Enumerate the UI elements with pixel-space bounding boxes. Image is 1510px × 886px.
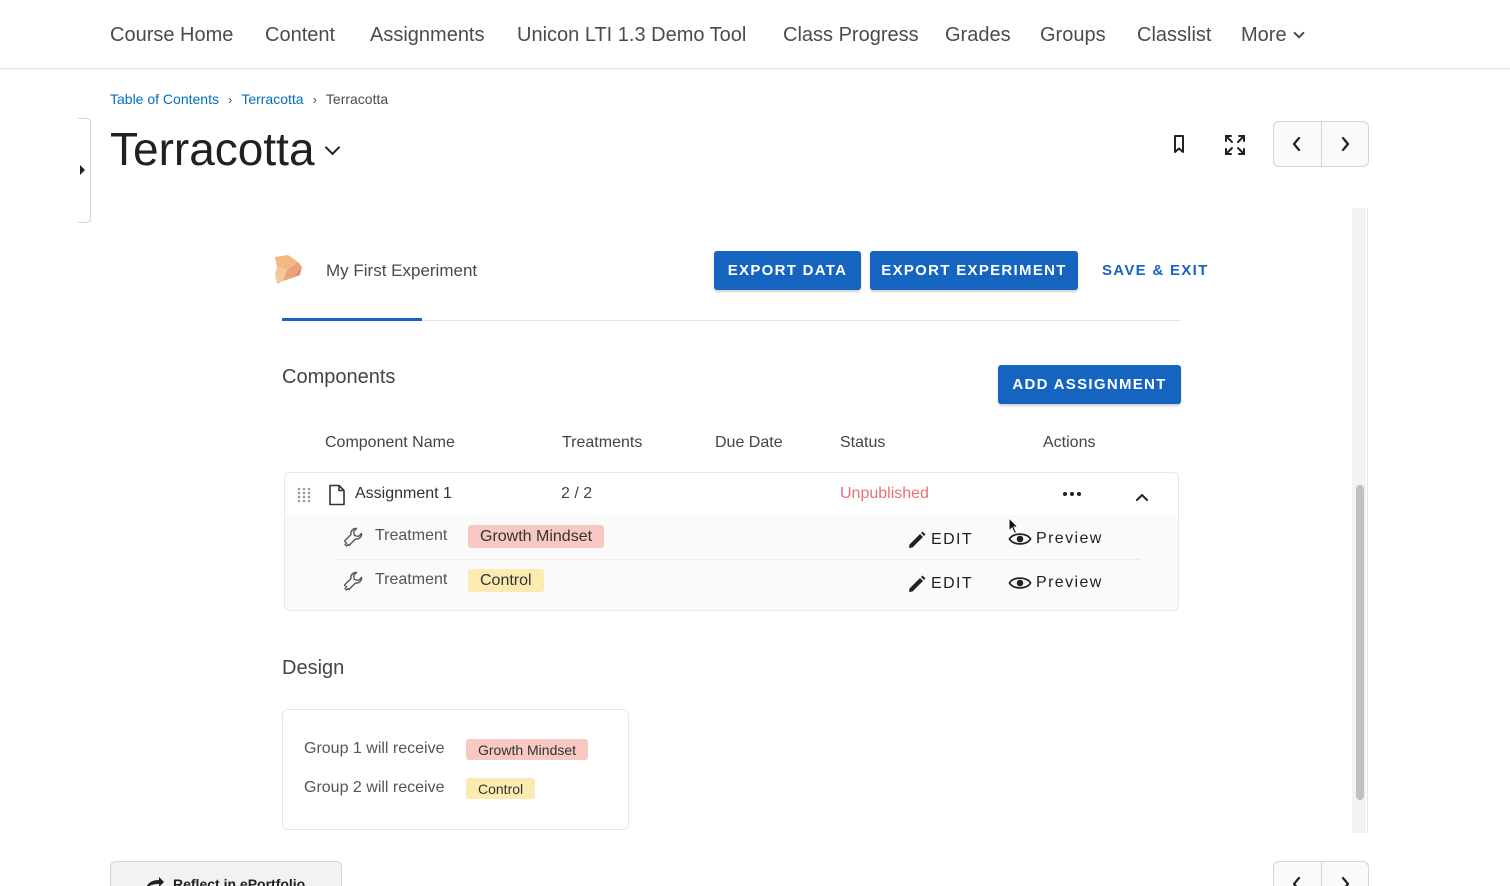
export-data-button[interactable]: EXPORT DATA (714, 251, 861, 290)
mouse-cursor-icon (1008, 516, 1020, 540)
chevron-right-icon (1341, 136, 1349, 152)
document-icon (328, 484, 346, 511)
nav-unicon-lti-demo-tool[interactable]: Unicon LTI 1.3 Demo Tool (517, 24, 746, 47)
reflect-in-eportfolio-button[interactable]: Reflect in ePortfolio (110, 861, 342, 886)
edit-label: EDIT (931, 531, 974, 548)
wrench-icon (341, 525, 365, 554)
assignment-treatments: 2 / 2 (561, 485, 593, 502)
pencil-icon (909, 575, 926, 592)
reflect-label: Reflect in ePortfolio (173, 876, 306, 886)
header-actions: Actions (1043, 434, 1096, 451)
header-status: Status (840, 434, 886, 451)
active-tab-indicator (282, 318, 422, 321)
preview-label: Preview (1036, 574, 1103, 591)
chevron-down-icon (1292, 27, 1305, 39)
breadcrumb-current: Terracotta (325, 91, 389, 107)
more-actions-icon[interactable] (1062, 487, 1082, 506)
breadcrumb: Table of Contents › Terracotta › Terracotta (110, 91, 388, 107)
page-title: Terracotta (110, 123, 315, 175)
chevron-left-icon (1293, 876, 1301, 886)
top-navbar: Course Home Content Assignments Unicon L… (0, 0, 1510, 69)
preview-label: Preview (1036, 530, 1103, 547)
add-assignment-button[interactable]: ADD ASSIGNMENT (998, 365, 1181, 404)
design-group-2-tag: Control (466, 778, 536, 799)
nav-class-progress[interactable]: Class Progress (783, 24, 919, 47)
preview-treatment-button-1[interactable]: Preview (1008, 530, 1103, 548)
assignment-status: Unpublished (840, 485, 929, 502)
nav-assignments[interactable]: Assignments (370, 24, 485, 47)
previous-topic-button[interactable] (1274, 122, 1321, 166)
scrollbar-thumb[interactable] (1356, 485, 1364, 800)
breadcrumb-table-of-contents[interactable]: Table of Contents (110, 91, 219, 107)
header-treatments: Treatments (562, 434, 643, 451)
experiment-name: My First Experiment (326, 261, 478, 280)
treatment-label-2: Treatment (375, 571, 448, 588)
fullscreen-icon[interactable] (1223, 133, 1247, 157)
preview-treatment-button-2[interactable]: Preview (1008, 574, 1103, 592)
export-experiment-button[interactable]: EXPORT EXPERIMENT (870, 251, 1078, 290)
treatment-divider (337, 559, 1140, 560)
components-heading: Components (282, 366, 396, 388)
edit-treatment-button-2[interactable]: EDIT (907, 574, 973, 594)
bookmark-icon[interactable] (1170, 133, 1188, 155)
treatment-tag-growth-mindset: Growth Mindset (468, 525, 605, 548)
breadcrumb-separator-icon: › (227, 92, 233, 107)
nav-groups[interactable]: Groups (1040, 24, 1106, 47)
nav-more-label: More (1241, 24, 1287, 46)
nav-course-home[interactable]: Course Home (110, 24, 233, 47)
design-group-1-tag: Growth Mindset (466, 739, 589, 760)
next-topic-button[interactable] (1320, 122, 1369, 166)
header-due-date: Due Date (715, 434, 783, 451)
topic-pager (1273, 121, 1369, 167)
edit-treatment-button-1[interactable]: EDIT (907, 530, 973, 550)
design-group-2-text: Group 2 will receive (304, 779, 445, 796)
eye-icon (1008, 577, 1032, 589)
header-component-name: Component Name (325, 434, 455, 451)
side-panel-toggle[interactable] (78, 118, 91, 223)
edit-label: EDIT (931, 575, 974, 592)
nav-grades[interactable]: Grades (945, 24, 1011, 47)
design-group-1-text: Group 1 will receive (304, 740, 445, 757)
previous-topic-button-bottom[interactable] (1274, 862, 1321, 886)
pencil-icon (909, 531, 926, 548)
design-card (282, 709, 629, 830)
breadcrumb-separator-icon: › (312, 92, 317, 107)
wrench-icon (341, 569, 365, 598)
breadcrumb-terracotta[interactable]: Terracotta (241, 91, 303, 107)
nav-more[interactable]: More (1241, 24, 1305, 47)
assignment-name[interactable]: Assignment 1 (355, 485, 452, 503)
terracotta-logo-icon (272, 253, 304, 287)
chevron-left-icon (1293, 136, 1301, 152)
caret-right-icon (80, 165, 85, 175)
nav-classlist[interactable]: Classlist (1137, 24, 1211, 47)
collapse-chevron-up-icon[interactable] (1135, 489, 1149, 507)
next-topic-button-bottom[interactable] (1320, 862, 1369, 886)
nav-content[interactable]: Content (265, 24, 335, 47)
treatment-label-1: Treatment (375, 527, 448, 544)
chevron-right-icon (1341, 876, 1349, 886)
design-heading: Design (282, 657, 345, 679)
bottom-topic-pager (1273, 861, 1369, 886)
save-exit-button[interactable]: SAVE & EXIT (1102, 262, 1209, 279)
share-icon (146, 877, 164, 886)
title-chevron-down-icon[interactable] (324, 139, 341, 156)
drag-handle-icon[interactable] (297, 487, 311, 508)
treatment-tag-control: Control (468, 569, 544, 592)
